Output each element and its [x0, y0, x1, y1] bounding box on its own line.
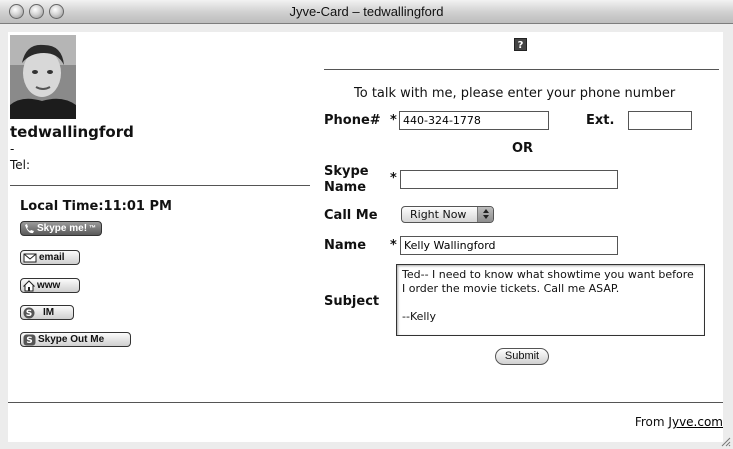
skype-name-label: Skype Name [324, 164, 369, 195]
skype-out-icon: S [23, 334, 36, 346]
profile-username: tedwallingford [10, 123, 134, 141]
call-me-value: Right Now [410, 208, 467, 221]
form-prompt: To talk with me, please enter your phone… [354, 86, 676, 101]
trademark-mark: ™ [89, 225, 97, 232]
subject-label: Subject [324, 294, 380, 309]
window-content: tedwallingford - Tel: Local Time:11:01 P… [0, 24, 733, 449]
house-icon [23, 279, 35, 291]
name-label: Name [324, 238, 367, 253]
footer: From Jyve.com [635, 415, 723, 429]
skype-me-label: Skype me! [37, 223, 88, 234]
subject-textarea[interactable]: Ted-- I need to know what showtime you w… [396, 264, 705, 336]
im-button[interactable]: S IM [20, 305, 74, 320]
profile-dash: - [10, 142, 15, 156]
www-button[interactable]: www [20, 278, 80, 293]
call-me-label: Call Me [324, 208, 378, 223]
skype-name-input[interactable] [400, 170, 618, 189]
help-icon[interactable]: ? [514, 38, 527, 51]
skype-me-button[interactable]: Skype me! ™ [20, 221, 102, 236]
skype-out-label: Skype Out Me [38, 334, 105, 345]
jyve-link[interactable]: Jyve.com [668, 415, 723, 429]
skype-logo-icon: S [23, 307, 35, 319]
jyve-card: tedwallingford - Tel: Local Time:11:01 P… [8, 32, 723, 442]
window-title: Jyve-Card – tedwallingford [289, 4, 444, 19]
divider [324, 69, 719, 70]
email-button[interactable]: email [20, 250, 80, 265]
phone-label: Phone# [324, 113, 381, 128]
skype-out-button[interactable]: S Skype Out Me [20, 332, 131, 347]
ext-input[interactable] [628, 111, 692, 130]
required-mark: * [390, 238, 397, 253]
www-label: www [37, 280, 61, 291]
footer-from: From [634, 415, 665, 429]
submit-button[interactable]: Submit [495, 348, 549, 365]
required-mark: * [390, 171, 397, 186]
call-me-select[interactable]: Right Now [401, 206, 494, 223]
updown-arrow-icon [477, 207, 493, 222]
resize-grip-icon[interactable] [719, 435, 731, 447]
ext-label: Ext. [586, 113, 615, 128]
title-bar: Jyve-Card – tedwallingford [0, 0, 733, 24]
divider [10, 185, 310, 186]
name-input[interactable]: Kelly Wallingford [400, 236, 618, 255]
email-label: email [39, 252, 65, 263]
envelope-icon [23, 253, 37, 263]
or-separator: OR [512, 141, 534, 156]
phone-icon [25, 223, 34, 233]
divider [8, 402, 723, 403]
avatar [10, 35, 76, 119]
phone-input[interactable]: 440-324-1778 [399, 111, 549, 130]
local-time: Local Time:11:01 PM [20, 199, 172, 214]
required-mark: * [390, 113, 397, 128]
profile-tel-label: Tel: [10, 158, 31, 172]
svg-text:S: S [26, 309, 32, 319]
im-label: IM [43, 307, 55, 318]
svg-text:S: S [26, 336, 32, 346]
